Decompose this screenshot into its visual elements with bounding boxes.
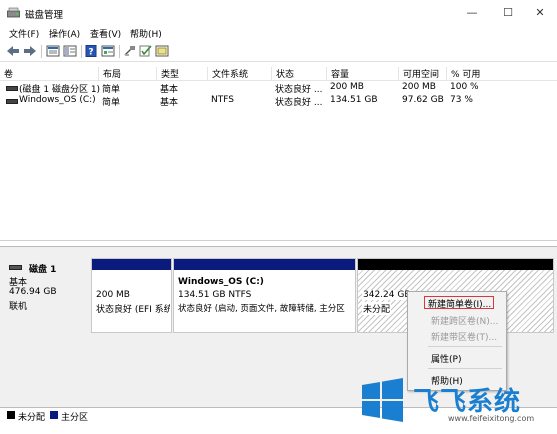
volume-name: Windows_OS (C:) [19,95,96,105]
back-arrow-icon[interactable] [6,45,20,57]
partition-bar [358,259,553,270]
column-percent-free[interactable]: % 可用 [446,67,506,80]
rescan-icon[interactable] [155,45,169,57]
volume-icon [6,86,18,91]
column-volume[interactable]: 卷 [0,67,98,80]
menu-file[interactable]: 文件(F) [9,27,39,40]
partition-size: 342.24 GB [362,290,412,300]
menu-bar [0,26,557,41]
menu-new-striped-volume[interactable]: 新建带区卷(T)... [431,330,497,343]
minimize-button[interactable]: — [455,0,489,26]
properties-icon[interactable] [101,45,115,57]
legend-unallocated-swatch [7,411,15,419]
volume-capacity: 134.51 GB [330,95,378,105]
partition-desc: 状态良好 (EFI 系统 [96,305,170,315]
menu-new-simple-volume[interactable]: 新建简单卷(I)... [428,297,491,310]
menu-help[interactable]: 帮助(H) [130,27,162,40]
check-icon[interactable] [139,45,153,57]
volume-filesystem: NTFS [211,95,234,105]
partition-size: 134.51 GB NTFS [178,290,252,300]
menu-new-spanned-volume[interactable]: 新建跨区卷(N)... [431,314,498,327]
volume-free-space: 97.62 GB [402,95,444,105]
volume-free-space: 200 MB [402,82,436,92]
partition-bar [174,259,355,270]
watermark-logo-icon [362,378,403,422]
disk-management-icon [7,7,20,18]
toolbar-separator [81,45,82,58]
volume-capacity: 200 MB [330,82,364,92]
context-menu-separator [428,368,502,369]
pane-splitter[interactable] [0,240,557,241]
toolbar-separator [119,45,120,58]
watermark-text: 飞飞系统 [413,387,522,417]
menu-properties[interactable]: 属性(P) [431,352,461,365]
watermark-url: www.feifeixitong.com [448,414,535,423]
volume-list-icon[interactable] [46,45,60,57]
column-filesystem[interactable]: 文件系统 [207,67,271,80]
column-capacity[interactable]: 容量 [326,67,398,80]
legend-primary-swatch [50,411,58,419]
partition-title: Windows_OS (C:) [178,277,264,287]
legend-unallocated-label: 未分配 [18,413,46,423]
connect-icon[interactable] [123,45,137,57]
column-free-space[interactable]: 可用空间 [398,67,446,80]
svg-text:?: ? [88,48,93,58]
toolbar-separator [41,45,42,58]
maximize-button[interactable]: ☐ [491,0,525,26]
volume-layout: 简单 [102,98,121,108]
volume-type: 基本 [160,98,179,108]
forward-arrow-icon[interactable] [23,45,37,57]
volume-percent-free: 73 % [450,95,473,105]
partition-bar [92,259,171,270]
disk-status: 联机 [9,302,28,312]
partition-desc: 状态良好 (启动, 页面文件, 故障转储, 主分区 [178,304,345,314]
menu-view[interactable]: 查看(V) [90,27,121,40]
partition-size: 200 MB [96,290,130,300]
disk-list-icon[interactable] [63,45,77,57]
volume-percent-free: 100 % [450,82,479,92]
disk-name: 磁盘 1 [29,265,57,275]
help-icon[interactable]: ? [85,45,97,57]
column-status[interactable]: 状态 [271,67,326,80]
volume-status: 状态良好 ... [275,98,323,108]
toolbar [0,42,557,62]
legend-primary-label: 主分区 [61,413,89,423]
column-layout[interactable]: 布局 [98,67,156,80]
disk-icon [9,265,22,270]
disk-size: 476.94 GB [9,287,57,297]
context-menu-separator [428,346,502,347]
menu-action[interactable]: 操作(A) [49,27,80,40]
close-button[interactable]: ✕ [523,0,557,26]
window-title: 磁盘管理 [25,10,64,21]
volume-icon [6,99,18,104]
column-type[interactable]: 类型 [156,67,207,80]
partition-desc: 未分配 [362,302,392,315]
